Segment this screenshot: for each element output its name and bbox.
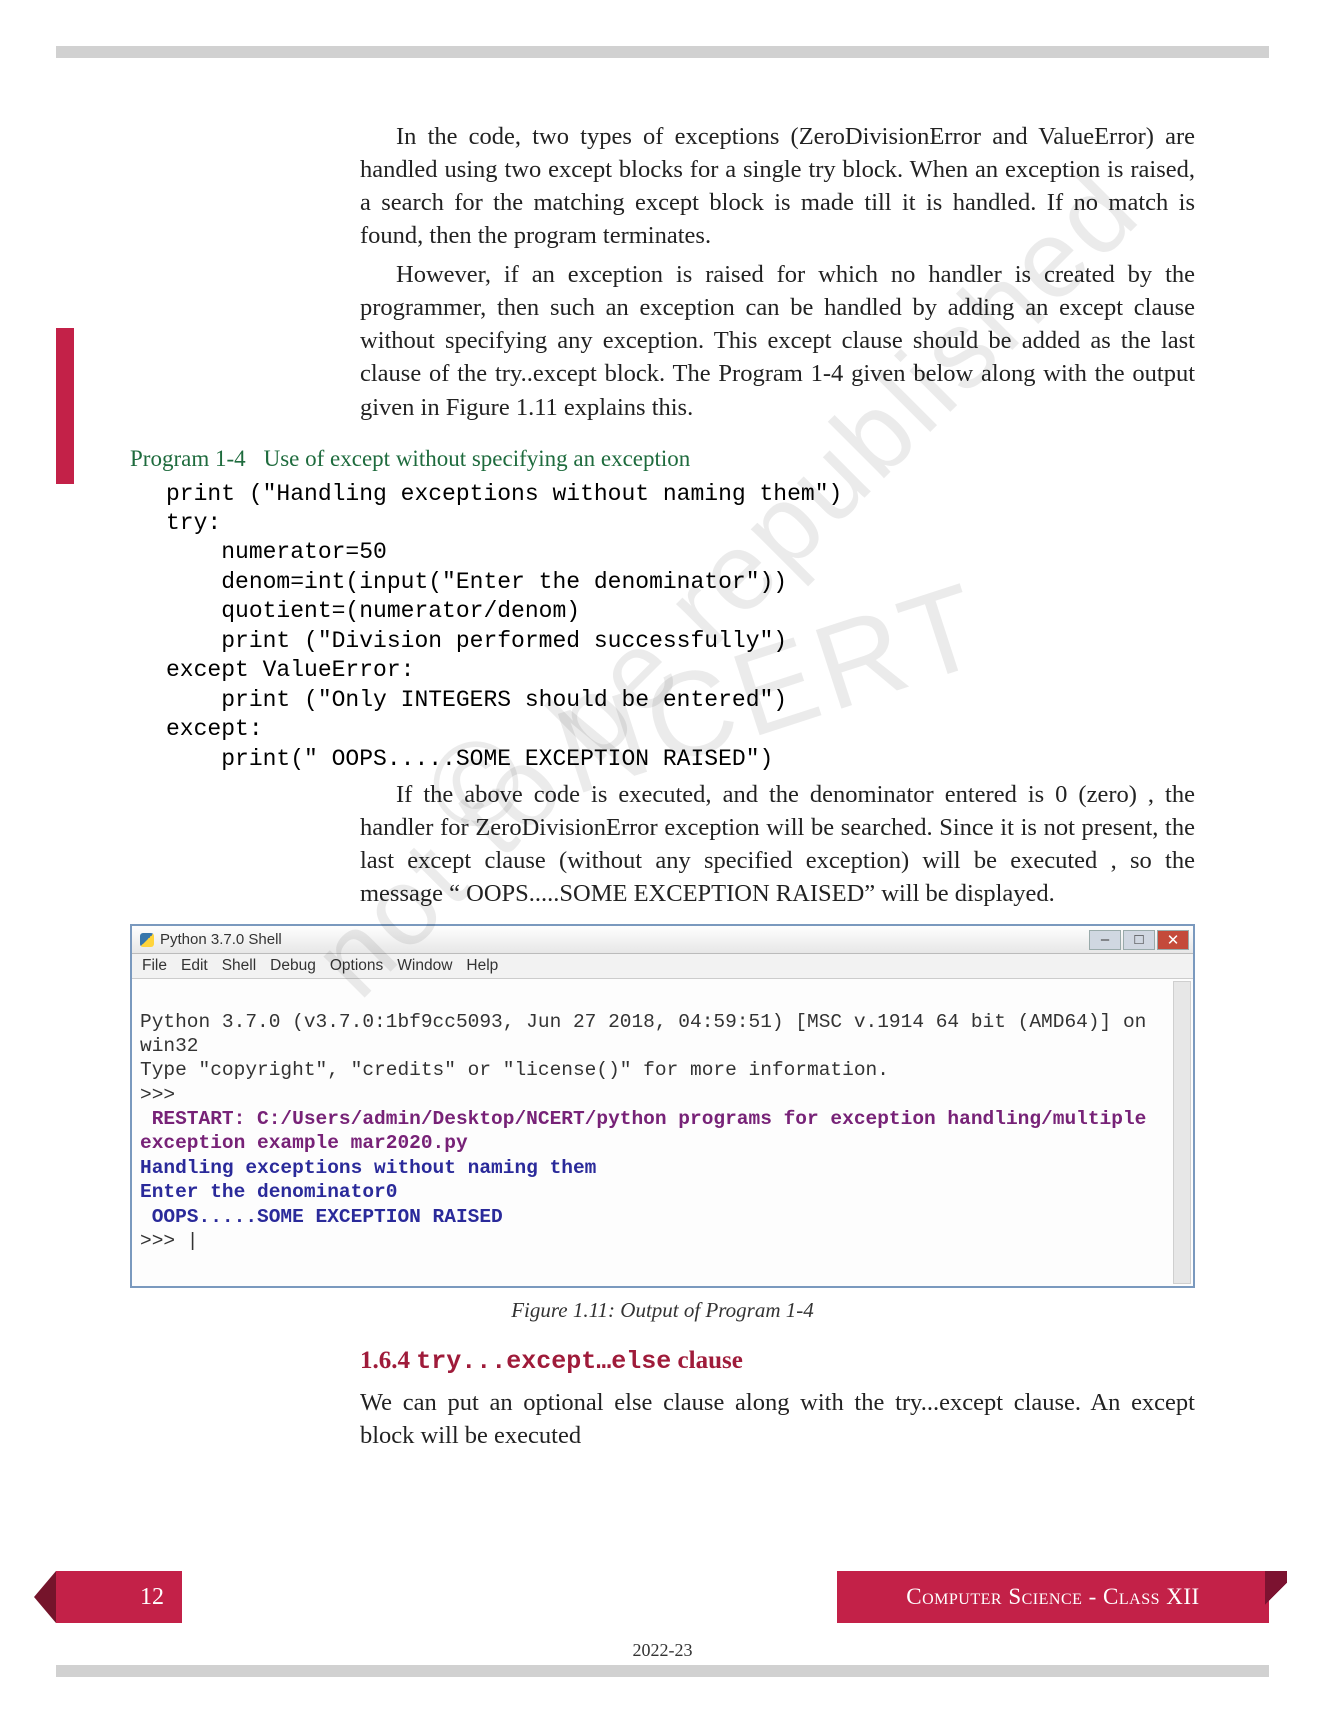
shell-app-title: Python 3.7.0 Shell xyxy=(140,931,282,948)
window-minimize-icon[interactable]: – xyxy=(1089,930,1121,950)
program-code: print ("Handling exceptions without nami… xyxy=(166,480,1195,774)
menu-help[interactable]: Help xyxy=(466,957,498,975)
window-maximize-icon[interactable]: □ xyxy=(1123,930,1155,950)
window-buttons: – □ ✕ xyxy=(1089,930,1189,950)
program-header: Program 1-4 Use of except without specif… xyxy=(130,446,1195,472)
shell-out-1: Handling exceptions without naming them xyxy=(140,1157,596,1179)
footer-year: 2022-23 xyxy=(0,1640,1325,1661)
p1-text: In the code, two types of exceptions (Ze… xyxy=(360,123,1195,249)
menu-file[interactable]: File xyxy=(142,957,167,975)
scrollbar[interactable] xyxy=(1173,981,1191,1284)
body-paragraph-2: However, if an exception is raised for w… xyxy=(360,258,1195,423)
menu-options[interactable]: Options xyxy=(330,957,383,975)
book-title: Computer Science - Class XII xyxy=(906,1584,1199,1610)
shell-prompt-1: >>> xyxy=(140,1084,175,1106)
shell-menubar: File Edit Shell Debug Options Window Hel… xyxy=(132,954,1193,979)
figure-caption: Figure 1.11: Output of Program 1-4 xyxy=(130,1298,1195,1323)
shell-window: Python 3.7.0 Shell – □ ✕ File Edit Shell… xyxy=(130,924,1195,1288)
subsection-code: try...except…else xyxy=(416,1347,671,1376)
page: © NCERT not to be republished In the cod… xyxy=(0,0,1325,1723)
subsection-num: 1.6.4 xyxy=(360,1347,410,1374)
program-label: Program 1-4 xyxy=(130,446,246,472)
menu-shell[interactable]: Shell xyxy=(222,957,256,975)
shell-prompt-2: >>> | xyxy=(140,1230,199,1252)
shell-line-type: Type "copyright", "credits" or "license(… xyxy=(140,1059,889,1081)
p3-text: If the above code is executed, and the d… xyxy=(360,781,1195,907)
page-edge-left xyxy=(56,328,74,484)
shell-body: Python 3.7.0 (v3.7.0:1bf9cc5093, Jun 27 … xyxy=(132,979,1193,1286)
window-close-icon[interactable]: ✕ xyxy=(1157,930,1189,950)
page-edge-top xyxy=(56,46,1269,58)
shell-out-2: Enter the denominator0 xyxy=(140,1181,397,1203)
page-edge-bottom xyxy=(56,1665,1269,1677)
menu-edit[interactable]: Edit xyxy=(181,957,208,975)
page-number: 12 xyxy=(140,1584,164,1611)
menu-debug[interactable]: Debug xyxy=(270,957,316,975)
p4-text: We can put an optional else clause along… xyxy=(360,1389,1195,1449)
page-number-badge: 12 xyxy=(56,1571,182,1623)
body-paragraph-1: In the code, two types of exceptions (Ze… xyxy=(360,120,1195,252)
python-icon xyxy=(140,933,154,947)
book-title-badge: Computer Science - Class XII xyxy=(837,1571,1269,1623)
shell-out-3: OOPS.....SOME EXCEPTION RAISED xyxy=(140,1206,503,1228)
shell-titlebar: Python 3.7.0 Shell – □ ✕ xyxy=(132,926,1193,954)
shell-restart: RESTART: C:/Users/admin/Desktop/NCERT/py… xyxy=(140,1108,1158,1154)
program-title: Use of except without specifying an exce… xyxy=(264,446,691,472)
subsection-heading: 1.6.4 try...except…else clause xyxy=(360,1347,1195,1376)
shell-line-version: Python 3.7.0 (v3.7.0:1bf9cc5093, Jun 27 … xyxy=(140,1011,1158,1057)
subsection-tail: clause xyxy=(671,1347,743,1374)
menu-window[interactable]: Window xyxy=(397,957,452,975)
body-paragraph-3: If the above code is executed, and the d… xyxy=(360,778,1195,910)
p2-text: However, if an exception is raised for w… xyxy=(360,261,1195,420)
body-paragraph-4: We can put an optional else clause along… xyxy=(360,1386,1195,1452)
shell-title-text: Python 3.7.0 Shell xyxy=(160,931,282,948)
